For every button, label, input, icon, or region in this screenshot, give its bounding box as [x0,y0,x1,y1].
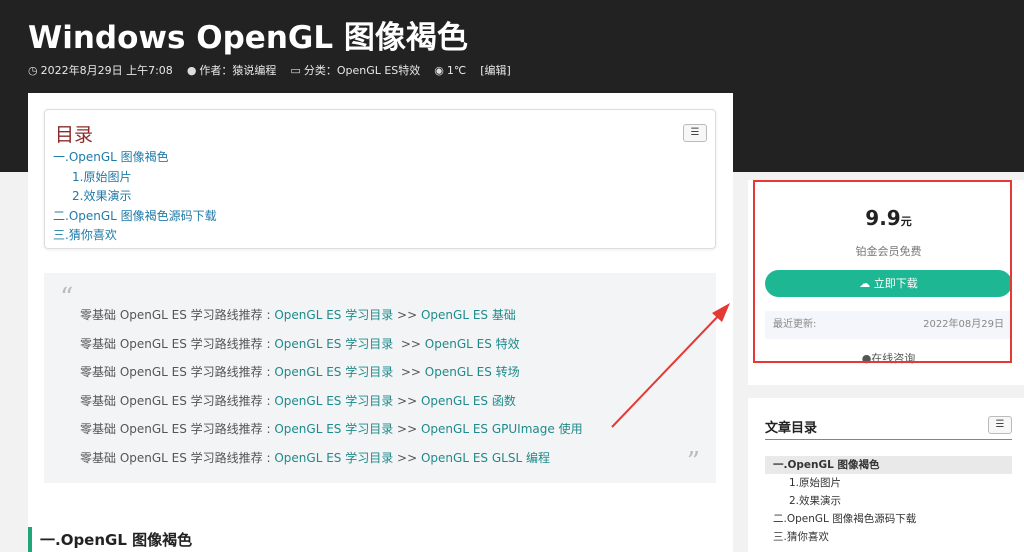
learning-index-link[interactable]: OpenGL ES 学习目录 [274,365,393,379]
eye-icon: ◉ [434,63,444,77]
toc-item[interactable]: 1.原始图片 [53,168,217,188]
separator: >> [393,450,421,465]
quote-line: 零基础 OpenGL ES 学习路线推荐 : OpenGL ES 学习目录 >>… [80,301,583,330]
toc-list: 一.OpenGL 图像褐色 1.原始图片 2.效果演示 二.OpenGL 图像褐… [53,148,217,246]
article-toc-toggle-button[interactable]: ☰ [988,416,1012,434]
quote-line: 零基础 OpenGL ES 学习路线推荐 : OpenGL ES 学习目录 >>… [80,444,583,473]
learning-index-link[interactable]: OpenGL ES 学习目录 [274,337,393,351]
separator: >> [393,336,425,351]
quote-prefix: 零基础 OpenGL ES 学习路线推荐 : [80,393,275,408]
annotation-box [753,180,1012,363]
learning-index-link[interactable]: OpenGL ES 学习目录 [274,308,393,322]
quote-lines: 零基础 OpenGL ES 学习路线推荐 : OpenGL ES 学习目录 >>… [80,301,583,473]
clock-icon: ◷ [28,63,38,77]
separator: >> [393,308,421,322]
blockquote: “ 零基础 OpenGL ES 学习路线推荐 : OpenGL ES 学习目录 … [44,273,716,483]
quote-prefix: 零基础 OpenGL ES 学习路线推荐 : [80,365,275,380]
toc-item[interactable]: 三.猜你喜欢 [53,226,217,246]
toc-box: 目录 ☰ 一.OpenGL 图像褐色 1.原始图片 2.效果演示 二.OpenG… [44,109,716,249]
topic-link[interactable]: OpenGL ES 特效 [425,337,520,351]
toc-toggle-button[interactable]: ☰ [683,124,707,142]
meta-author[interactable]: ● 作者：猿说编程 [187,62,277,78]
separator: >> [393,422,421,437]
topic-link[interactable]: OpenGL ES 基础 [421,308,516,322]
folder-icon: ▭ [290,63,301,77]
article-toc-title: 文章目录 [765,421,818,436]
post-meta: ◷ 2022年8月29日 上午7:08 ● 作者：猿说编程 ▭ 分类：OpenGL E… [28,62,511,78]
article-toc-item[interactable]: 1.原始图片 [765,474,1012,492]
quote-close-icon: ” [686,447,700,477]
divider [765,439,1012,440]
topic-link[interactable]: OpenGL ES 转场 [425,365,520,379]
article-toc-list: 一.OpenGL 图像褐色 1.原始图片 2.效果演示 二.OpenGL 图像褐… [765,456,1012,546]
learning-index-link[interactable]: OpenGL ES 学习目录 [274,451,393,465]
article-toc-item[interactable]: 2.效果演示 [765,492,1012,510]
learning-index-link[interactable]: OpenGL ES 学习目录 [274,422,393,436]
user-icon: ● [186,63,197,77]
article-body: 目录 ☰ 一.OpenGL 图像褐色 1.原始图片 2.效果演示 二.OpenG… [28,93,733,552]
meta-views: ◉ 1℃ [434,63,467,77]
quote-prefix: 零基础 OpenGL ES 学习路线推荐 : [80,336,275,351]
topic-link[interactable]: OpenGL ES 函数 [421,394,516,408]
quote-line: 零基础 OpenGL ES 学习路线推荐 : OpenGL ES 学习目录 >>… [80,330,583,359]
quote-prefix: 零基础 OpenGL ES 学习路线推荐 : [80,308,275,322]
toc-item[interactable]: 二.OpenGL 图像褐色源码下载 [53,207,217,227]
toc-item[interactable]: 2.效果演示 [53,187,217,207]
article-toc-item[interactable]: 三.猜你喜欢 [765,528,1012,546]
meta-category[interactable]: ▭ 分类：OpenGL ES特效 [290,62,420,78]
topic-link[interactable]: OpenGL ES GLSL 编程 [421,451,550,465]
learning-index-link[interactable]: OpenGL ES 学习目录 [274,394,393,408]
toc-item[interactable]: 一.OpenGL 图像褐色 [53,148,217,168]
meta-date: ◷ 2022年8月29日 上午7:08 [28,63,173,78]
quote-line: 零基础 OpenGL ES 学习路线推荐 : OpenGL ES 学习目录 >>… [80,358,583,387]
toc-title: 目录 [55,124,94,146]
quote-open-icon: “ [60,283,74,313]
article-toc-item[interactable]: 二.OpenGL 图像褐色源码下载 [765,510,1012,528]
topic-link[interactable]: OpenGL ES GPUImage 使用 [421,422,583,436]
separator: >> [393,393,421,408]
edit-link[interactable]: [编辑] [480,62,511,78]
quote-line: 零基础 OpenGL ES 学习路线推荐 : OpenGL ES 学习目录 >>… [80,415,583,444]
quote-line: 零基础 OpenGL ES 学习路线推荐 : OpenGL ES 学习目录 >>… [80,387,583,416]
quote-prefix: 零基础 OpenGL ES 学习路线推荐 : [80,422,275,437]
quote-prefix: 零基础 OpenGL ES 学习路线推荐 : [80,450,275,465]
separator: >> [393,365,425,380]
section-heading: 一.OpenGL 图像褐色 [28,527,192,552]
page-title: Windows OpenGL 图像褐色 [28,20,468,56]
article-toc-item[interactable]: 一.OpenGL 图像褐色 [765,456,1012,474]
